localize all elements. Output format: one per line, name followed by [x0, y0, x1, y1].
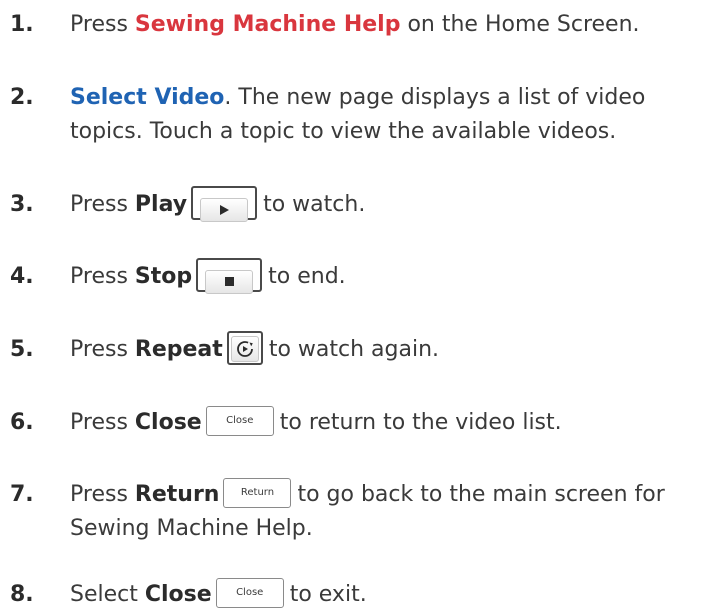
step-text: Select Video. The new page displays a li… — [70, 81, 725, 149]
step-text: Select Close Close to exit. — [70, 578, 725, 612]
play-icon — [220, 204, 230, 215]
step-text: Press Sewing Machine Help on the Home Sc… — [70, 8, 725, 42]
return-label: Return — [134, 482, 220, 507]
select-video-label: Select Video — [70, 85, 225, 110]
close-label: Close — [144, 582, 212, 607]
step-text-pre: Press — [70, 482, 135, 507]
close-button[interactable]: Close — [215, 578, 284, 608]
stop-icon — [224, 277, 234, 286]
step-text-post: to exit. — [289, 582, 367, 607]
step-number: 2. — [10, 85, 34, 110]
step-text-pre: Press — [70, 192, 135, 217]
close-button[interactable]: Close — [205, 406, 274, 436]
stop-button[interactable] — [196, 258, 263, 294]
repeat-button[interactable] — [226, 331, 263, 365]
step-text-pre: Press — [70, 337, 135, 362]
step-text-pre: Press — [70, 12, 135, 37]
play-button[interactable] — [191, 186, 258, 222]
step-text-post: to watch again. — [268, 337, 440, 362]
step-text: Press Stop to end. — [70, 258, 725, 294]
step-number: 5. — [10, 337, 34, 362]
step-text-post: to return to the video list. — [279, 410, 562, 435]
step-number: 4. — [10, 264, 34, 289]
sewing-machine-help-label: Sewing Machine Help — [134, 12, 401, 37]
stop-label: Stop — [134, 264, 193, 289]
step-number: 1. — [10, 12, 34, 37]
step-text-pre: Press — [70, 410, 135, 435]
step-text-pre: Select — [70, 582, 145, 607]
step-text-post: on the Home Screen. — [400, 12, 640, 37]
step-number: 6. — [10, 410, 34, 435]
step-text: Press Close Close to return to the video l… — [70, 406, 725, 440]
close-label: Close — [134, 410, 202, 435]
step-number: 8. — [10, 582, 34, 607]
repeat-icon — [236, 341, 253, 357]
step-text: Press Play to watch. — [70, 186, 725, 222]
step-text-pre: Press — [70, 264, 135, 289]
step-text-post: to watch. — [263, 192, 366, 217]
step-number: 7. — [10, 482, 34, 507]
return-button[interactable]: Return — [223, 478, 292, 508]
step-text: Press Repeat to watch again. — [70, 331, 725, 367]
step-text-post: to end. — [268, 264, 346, 289]
play-label: Play — [134, 192, 188, 217]
repeat-label: Repeat — [134, 337, 223, 362]
step-text: Press Return Return to go back to the main… — [70, 478, 725, 546]
step-number: 3. — [10, 192, 34, 217]
